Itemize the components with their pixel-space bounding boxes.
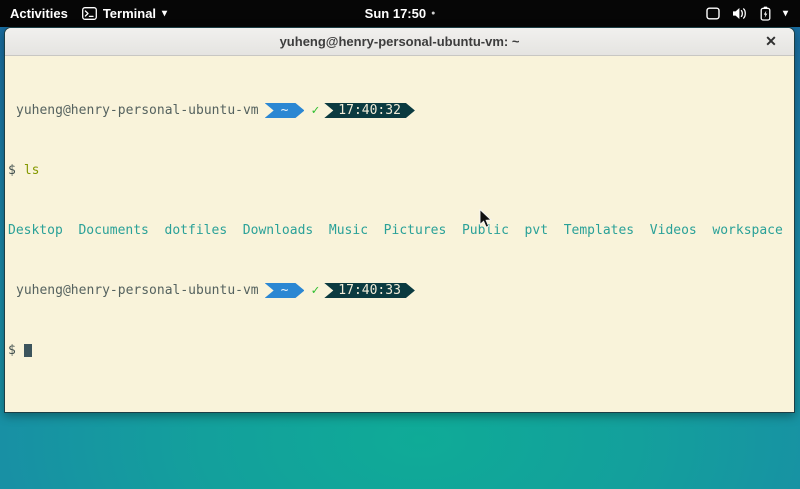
- command-text: ls: [24, 163, 40, 178]
- notification-dot: ●: [431, 10, 435, 17]
- clock-label: Sun 17:50: [365, 6, 426, 21]
- app-menu-label: Terminal: [103, 6, 156, 21]
- prompt-dollar: $: [8, 163, 16, 178]
- chevron-down-icon: ▾: [162, 9, 167, 19]
- prompt-user-host: yuheng@henry-personal-ubuntu-vm: [16, 103, 259, 118]
- directory-listing: Desktop Documents dotfiles Downloads Mus…: [8, 223, 783, 238]
- activities-button[interactable]: Activities: [10, 6, 68, 21]
- mouse-cursor: [479, 209, 493, 234]
- terminal-app-icon: [82, 7, 97, 20]
- prompt-cwd-segment: ~: [265, 283, 305, 298]
- system-status-area[interactable]: ▾: [706, 0, 800, 27]
- battery-charging-icon: [760, 6, 771, 21]
- ls-output-line: Desktop Documents dotfiles Downloads Mus…: [8, 223, 791, 238]
- top-bar: Activities Terminal ▾ Sun 17:50 ●: [0, 0, 800, 27]
- display-icon: [706, 7, 720, 20]
- prompt-line-1: yuheng@henry-personal-ubuntu-vm ~ ✓ 17:4…: [8, 103, 791, 118]
- command-line-1: $ ls: [8, 163, 791, 178]
- terminal-window: yuheng@henry-personal-ubuntu-vm: ~ ✕ yuh…: [4, 27, 795, 413]
- prompt-line-2: yuheng@henry-personal-ubuntu-vm ~ ✓ 17:4…: [8, 283, 791, 298]
- clock-button[interactable]: Sun 17:50 ●: [365, 6, 436, 21]
- prompt-time-segment: 17:40:32: [324, 103, 415, 118]
- terminal-content[interactable]: yuheng@henry-personal-ubuntu-vm ~ ✓ 17:4…: [5, 56, 794, 413]
- prompt-user-host: yuheng@henry-personal-ubuntu-vm: [16, 283, 259, 298]
- prompt-time-segment: 17:40:33: [324, 283, 415, 298]
- prompt-dollar: $: [8, 343, 16, 358]
- prompt-cwd-segment: ~: [265, 103, 305, 118]
- prompt-status-check-icon: ✓: [311, 283, 319, 298]
- system-menu-chevron-icon: ▾: [783, 9, 788, 19]
- terminal-cursor: [24, 344, 32, 357]
- app-menu-terminal[interactable]: Terminal ▾: [82, 6, 167, 21]
- prompt-status-check-icon: ✓: [311, 103, 319, 118]
- volume-icon: [732, 7, 748, 20]
- window-title: yuheng@henry-personal-ubuntu-vm: ~: [280, 34, 520, 49]
- close-button[interactable]: ✕: [762, 33, 780, 51]
- window-titlebar[interactable]: yuheng@henry-personal-ubuntu-vm: ~ ✕: [5, 28, 794, 56]
- command-line-2[interactable]: $: [8, 343, 791, 358]
